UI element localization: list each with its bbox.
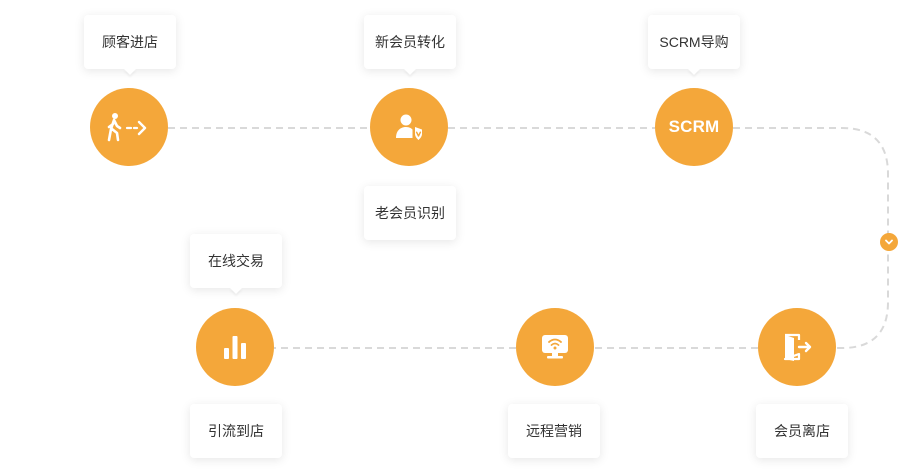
- stage-label-text: 会员离店: [774, 423, 830, 439]
- stage-label-remote-marketing: 远程营销: [508, 404, 600, 458]
- stage-node-customer-entry: [90, 88, 168, 166]
- stage-node-member: [370, 88, 448, 166]
- stage-label-text: SCRM导购: [659, 34, 729, 50]
- walk-in-icon: [107, 113, 147, 142]
- chevron-down-icon: [885, 239, 893, 245]
- stage-label-member-exit: 会员离店: [756, 404, 848, 458]
- stage-label-scrm-guide: SCRM导购: [648, 15, 740, 69]
- stage-label-online-transaction: 在线交易: [190, 234, 282, 288]
- stage-label-text: 新会员转化: [375, 34, 445, 50]
- exit-door-icon: [783, 333, 812, 361]
- stage-label-text: 在线交易: [208, 253, 264, 269]
- remote-monitor-icon: [542, 335, 568, 359]
- stage-label-text: 顾客进店: [102, 34, 158, 50]
- scrm-node-text: SCRM: [668, 117, 720, 136]
- stage-label-new-member: 新会员转化: [364, 15, 456, 69]
- stage-label-text: 引流到店: [208, 423, 264, 439]
- stage-node-remote-marketing: [516, 308, 594, 386]
- stage-node-traffic: [196, 308, 274, 386]
- member-verified-icon: [396, 114, 422, 140]
- flow-direction-marker: [880, 233, 898, 251]
- stage-label-traffic-to-store: 引流到店: [190, 404, 282, 458]
- bar-chart-icon: [224, 336, 246, 359]
- stage-label-existing-member: 老会员识别: [364, 186, 456, 240]
- stage-label-text: 远程营销: [526, 423, 582, 439]
- stage-label-customer-entry: 顾客进店: [84, 15, 176, 69]
- flow-connector: [168, 127, 889, 349]
- stage-label-text: 老会员识别: [375, 205, 445, 221]
- stage-node-scrm: SCRM: [655, 88, 733, 166]
- stage-node-member-exit: [758, 308, 836, 386]
